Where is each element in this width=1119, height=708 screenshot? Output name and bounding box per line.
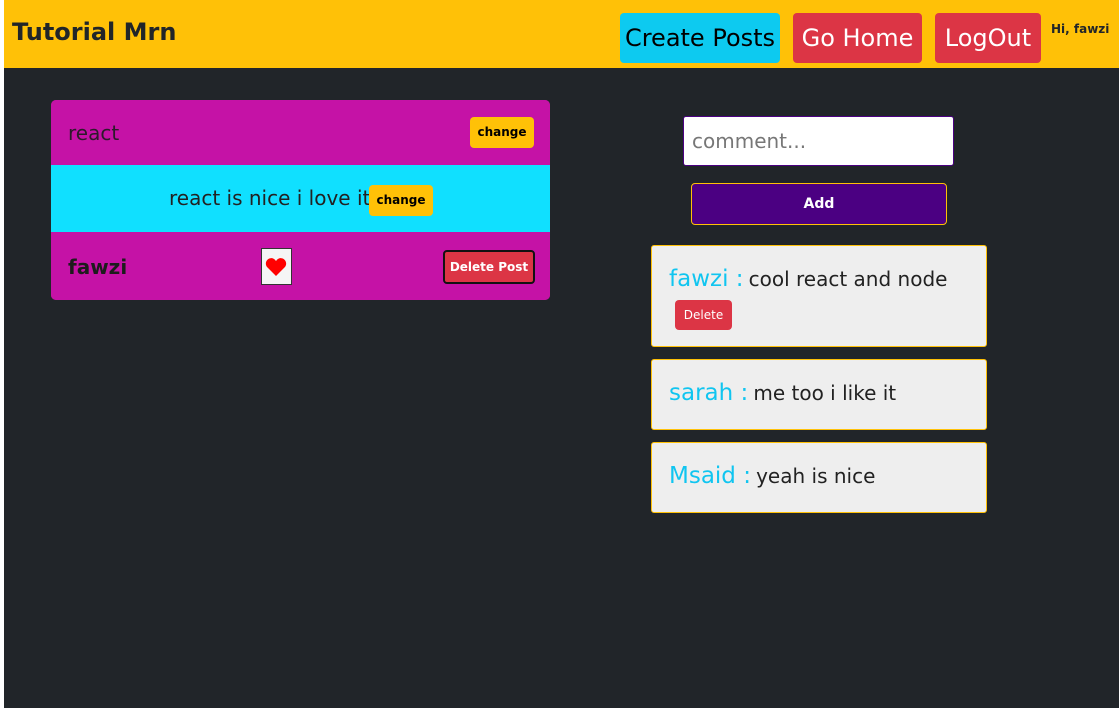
navbar: Tutorial Mrn Create Posts Go Home LogOut… [4,0,1119,68]
comment-line: fawzi : cool react and node [669,266,947,292]
post-card: react change react is nice i love it cha… [51,100,550,300]
change-title-button[interactable]: change [470,117,534,148]
delete-comment-button[interactable]: Delete [675,300,732,330]
app-frame: Tutorial Mrn Create Posts Go Home LogOut… [4,0,1119,708]
post-footer-row: fawzi Delete Post [51,232,550,300]
comment-card: fawzi : cool react and node Delete [651,245,987,347]
comment-author: Msaid : [669,463,751,489]
comment-text: yeah is nice [756,464,876,488]
post-title: react [68,121,120,145]
comment-card: sarah : me too i like it [651,359,987,430]
heart-icon [265,258,287,276]
comment-line: Msaid : yeah is nice [669,463,875,489]
brand-title[interactable]: Tutorial Mrn [12,18,176,46]
delete-post-button[interactable]: Delete Post [443,250,535,284]
comment-input[interactable] [683,116,954,166]
logout-button[interactable]: LogOut [935,13,1041,63]
like-button[interactable] [261,248,292,285]
comment-text: me too i like it [753,381,897,405]
create-posts-button[interactable]: Create Posts [620,13,780,63]
change-body-button[interactable]: change [369,185,433,216]
comment-text: cool react and node [748,267,948,291]
user-greeting: Hi, fawzi [1051,22,1110,36]
post-author: fawzi [68,255,128,279]
comment-author: fawzi : [669,266,744,292]
post-body-row: react is nice i love it change [51,165,550,232]
go-home-button[interactable]: Go Home [793,13,922,63]
post-title-row: react change [51,100,550,165]
comment-line: sarah : me too i like it [669,380,896,406]
comment-card: Msaid : yeah is nice [651,442,987,513]
add-comment-button[interactable]: Add [691,183,947,225]
comment-author: sarah : [669,380,749,406]
post-body: react is nice i love it [169,186,371,210]
